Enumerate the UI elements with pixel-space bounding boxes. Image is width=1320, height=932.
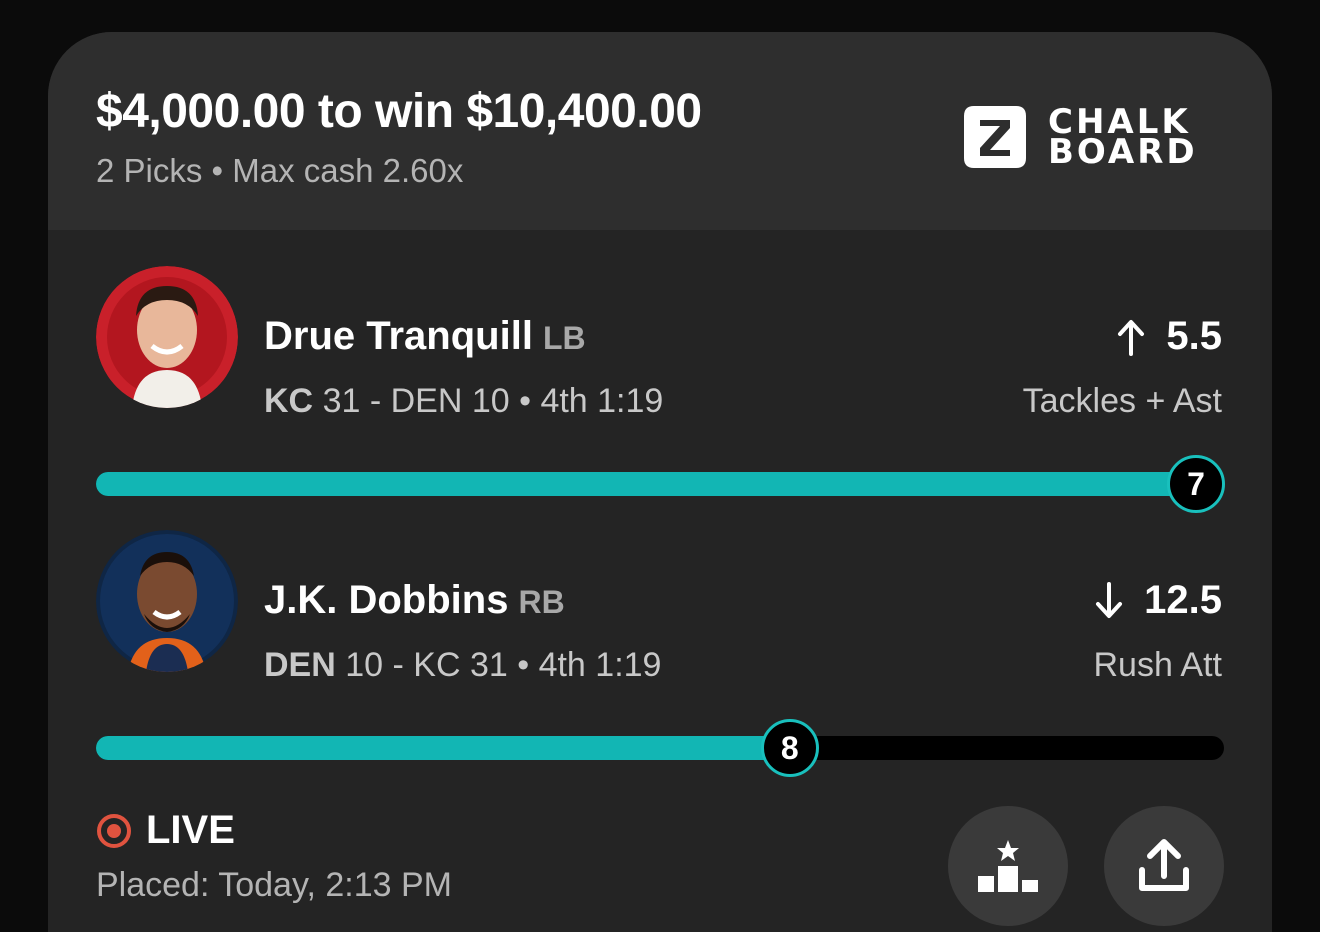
- live-status: LIVE: [96, 808, 235, 853]
- player-avatar: [96, 266, 238, 408]
- bet-subtitle: 2 Picks • Max cash 2.60x: [96, 152, 464, 189]
- chalkboard-logo-text: CHALK BOARD: [1048, 102, 1198, 172]
- live-label: LIVE: [146, 808, 235, 852]
- game-status: 10 - KC 31 • 4th 1:19: [345, 646, 662, 684]
- live-indicator-icon: [97, 813, 131, 848]
- leaderboard-button[interactable]: [948, 806, 1068, 926]
- line-number: 5.5: [1166, 314, 1222, 358]
- pick-line: 5.5: [1116, 314, 1222, 359]
- pick-line: 12.5: [1094, 578, 1222, 623]
- player-name-line: J.K. Dobbins RB: [264, 578, 565, 623]
- player-team: KC: [264, 382, 314, 420]
- game-status: 31 - DEN 10 • 4th 1:19: [322, 382, 664, 420]
- game-score: KC 31 - DEN 10 • 4th 1:19: [264, 382, 663, 421]
- share-button[interactable]: [1104, 806, 1224, 926]
- wager-summary: $4,000.00 to win $10,400.00: [96, 85, 702, 138]
- player-avatar: [96, 530, 238, 672]
- progress-fill: [96, 472, 1224, 496]
- player-position: RB: [518, 584, 565, 620]
- player-position: LB: [542, 320, 586, 356]
- progress-track: 8: [96, 719, 1224, 777]
- player-name: J.K. Dobbins: [264, 578, 509, 622]
- pick-row[interactable]: Drue Tranquill LB KC 31 - DEN 10 • 4th 1:…: [48, 264, 1272, 513]
- placed-time: Placed: Today, 2:13 PM: [96, 866, 452, 904]
- podium-icon: [978, 840, 1038, 892]
- pick-row[interactable]: J.K. Dobbins RB DEN 10 - KC 31 • 4th 1:19…: [48, 528, 1272, 777]
- bet-card-header: $4,000.00 to win $10,400.00 2 Picks • Ma…: [48, 32, 1272, 230]
- arrow-up-icon: [1118, 319, 1145, 356]
- chalkboard-logo: CHALK BOARD: [964, 102, 1198, 172]
- line-number: 12.5: [1144, 578, 1222, 622]
- share-icon: [1139, 839, 1189, 891]
- game-score: DEN 10 - KC 31 • 4th 1:19: [264, 646, 661, 685]
- progress-fill: [96, 736, 790, 760]
- player-name: Drue Tranquill: [264, 314, 533, 358]
- player-team: DEN: [264, 646, 336, 684]
- arrow-down-icon: [1096, 581, 1123, 618]
- stat-type: Rush Att: [1093, 646, 1222, 684]
- bet-card[interactable]: $4,000.00 to win $10,400.00 2 Picks • Ma…: [48, 32, 1272, 932]
- progress-knob: 7: [1167, 455, 1225, 513]
- progress-track: 7: [96, 455, 1225, 513]
- player-name-line: Drue Tranquill LB: [264, 314, 586, 359]
- chalkboard-logo-icon: [964, 106, 1026, 168]
- progress-knob: 8: [760, 719, 819, 777]
- stat-type: Tackles + Ast: [1022, 382, 1222, 420]
